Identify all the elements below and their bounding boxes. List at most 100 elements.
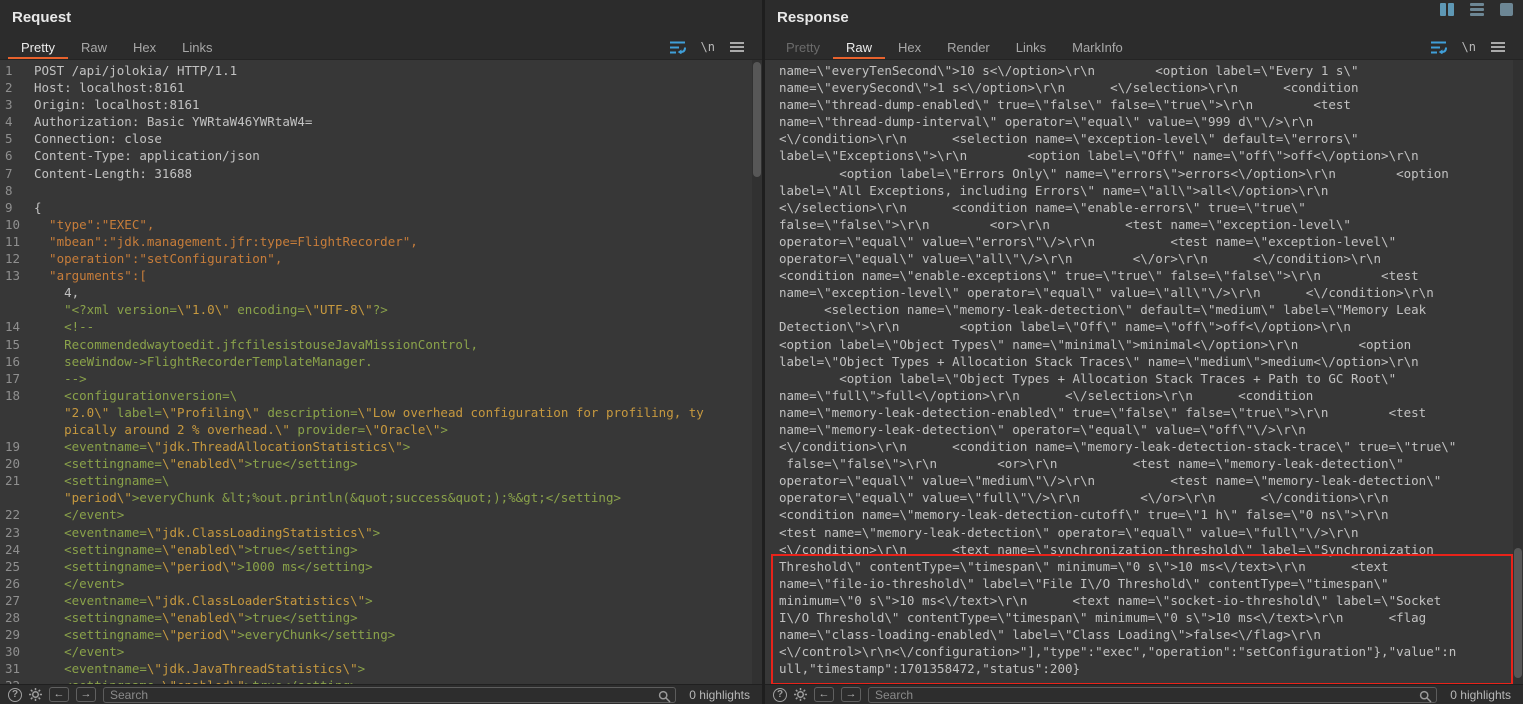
single-layout-icon[interactable] — [1500, 3, 1513, 16]
response-code-line: false=\"false\">\r\n <or>\r\n <test name… — [779, 455, 1523, 472]
request-pane-title: Request — [12, 9, 71, 26]
line-number: 10 — [5, 216, 30, 233]
help-icon[interactable]: ? — [773, 688, 787, 702]
response-code-line: <\/condition>\r\n <selection name=\"exce… — [779, 130, 1523, 147]
line-number: 16 — [5, 353, 30, 370]
response-code-line: false=\"false\">\r\n <or>\r\n <test name… — [779, 216, 1523, 233]
line-number: 17 — [5, 370, 30, 387]
response-code-line: name=\"memory-leak-detection-enabled\" t… — [779, 404, 1523, 421]
line-number: 28 — [5, 609, 30, 626]
request-code-line: <eventname=\"jdk.JavaThreadStatistics\"> — [34, 660, 762, 677]
line-number: 25 — [5, 558, 30, 575]
tab-render[interactable]: Render — [934, 34, 1003, 59]
line-number: 31 — [5, 660, 30, 677]
line-number: 19 — [5, 438, 30, 455]
request-code-line: </event> — [34, 506, 762, 523]
tab-raw[interactable]: Raw — [68, 34, 120, 59]
tab-links[interactable]: Links — [1003, 34, 1059, 59]
line-number — [5, 301, 30, 318]
response-search-input[interactable] — [868, 687, 1437, 703]
response-code-line: <selection name=\"memory-leak-detection\… — [779, 301, 1523, 318]
columns-layout-icon[interactable] — [1440, 3, 1454, 16]
request-search-input[interactable] — [103, 687, 676, 703]
burp-request-response-view: Request PrettyRawHexLinks \n 12345678910… — [0, 0, 1523, 704]
response-search-field — [868, 687, 1437, 703]
request-code-line: </event> — [34, 575, 762, 592]
request-code-line: "type":"EXEC", — [34, 216, 762, 233]
request-editor[interactable]: 1234567891011121314151617181920212223242… — [0, 60, 762, 684]
help-icon[interactable]: ? — [8, 688, 22, 702]
response-highlights-count: 0 highlights — [1450, 688, 1511, 702]
request-code-line: Content-Length: 31688 — [34, 165, 762, 182]
response-code-line: <test name=\"memory-leak-detection\" ope… — [779, 524, 1523, 541]
gear-icon[interactable] — [29, 688, 42, 701]
editor-menu-icon[interactable] — [1491, 42, 1505, 52]
request-line-numbers: 1234567891011121314151617181920212223242… — [0, 60, 30, 684]
response-search-bar: ? ← → 0 highlights — [765, 684, 1523, 704]
response-scrollbar — [1513, 60, 1523, 684]
tab-links[interactable]: Links — [169, 34, 225, 59]
response-pane-title: Response — [777, 9, 849, 26]
request-code-line: <settingname=\"period\">everyChunk</sett… — [34, 626, 762, 643]
response-code-line: name=\"everySecond\">1 s<\/option>\r\n <… — [779, 79, 1523, 96]
previous-match-icon[interactable]: ← — [814, 687, 834, 702]
request-code-line: Origin: localhost:8161 — [34, 96, 762, 113]
line-number: 26 — [5, 575, 30, 592]
newline-chars-icon[interactable]: \n — [1462, 40, 1476, 54]
response-code-line: name=\"exception-level\" operator=\"equa… — [779, 284, 1523, 301]
response-code-line: minimum=\"0 s\">10 ms<\/text>\r\n <text … — [779, 592, 1523, 609]
tabbar-spacer — [1136, 34, 1430, 59]
tab-pretty[interactable]: Pretty — [8, 34, 68, 59]
line-number: 11 — [5, 233, 30, 250]
response-code-line: label=\"All Exceptions, including Errors… — [779, 182, 1523, 199]
response-code-line: <option label=\"Errors Only\" name=\"err… — [779, 165, 1523, 182]
next-match-icon[interactable]: → — [841, 687, 861, 702]
line-number — [5, 284, 30, 301]
tab-hex[interactable]: Hex — [885, 34, 934, 59]
newline-chars-icon[interactable]: \n — [701, 40, 715, 54]
request-code-line: "<?xml version=\"1.0\" encoding=\"UTF-8\… — [34, 301, 762, 318]
request-code-line: "2.0\" label=\"Profiling\" description=\… — [34, 404, 762, 421]
response-code-line: <\/control>\r\n<\/configuration>"],"type… — [779, 643, 1523, 660]
word-wrap-icon[interactable] — [1430, 40, 1447, 54]
request-code-line: <eventname=\"jdk.ClassLoaderStatistics\"… — [34, 592, 762, 609]
response-pane-header: Response — [765, 0, 1523, 34]
gear-icon[interactable] — [794, 688, 807, 701]
magnifier-icon — [1419, 690, 1432, 704]
request-code-line: "mbean":"jdk.management.jfr:type=FlightR… — [34, 233, 762, 250]
tabbar-spacer — [225, 34, 668, 59]
response-code-line: name=\"full\">full<\/option>\r\n <\/sele… — [779, 387, 1523, 404]
window-layout-buttons — [1424, 3, 1513, 16]
next-match-icon[interactable]: → — [76, 687, 96, 702]
tab-pretty[interactable]: Pretty — [773, 34, 833, 59]
response-code-line: name=\"class-loading-enabled\" label=\"C… — [779, 626, 1523, 643]
response-editor[interactable]: name=\"everyTenSecond\">10 s<\/option>\r… — [765, 60, 1523, 684]
tab-hex[interactable]: Hex — [120, 34, 169, 59]
previous-match-icon[interactable]: ← — [49, 687, 69, 702]
line-number: 27 — [5, 592, 30, 609]
request-code-line: Recommendedwaytoedit.jfcfilesistouseJava… — [34, 336, 762, 353]
request-code-line: <settingname=\"enabled\">true</setting> — [34, 609, 762, 626]
request-code-line: "arguments":[ — [34, 267, 762, 284]
request-code-line: --> — [34, 370, 762, 387]
request-code-line: Host: localhost:8161 — [34, 79, 762, 96]
response-code-line: Threshold\" contentType=\"timespan\" min… — [779, 558, 1523, 575]
line-number: 32 — [5, 677, 30, 684]
editor-menu-icon[interactable] — [730, 42, 744, 52]
request-editor-tools: \n — [669, 34, 744, 59]
response-code-line: label=\"Exceptions\">\r\n <option label=… — [779, 147, 1523, 164]
tab-markinfo[interactable]: MarkInfo — [1059, 34, 1136, 59]
request-highlights-count: 0 highlights — [689, 688, 750, 702]
line-number: 1 — [5, 62, 30, 79]
request-code-line: <settingname=\"period\">1000 ms</setting… — [34, 558, 762, 575]
line-number: 13 — [5, 267, 30, 284]
request-code-line — [34, 182, 762, 199]
tab-raw[interactable]: Raw — [833, 34, 885, 59]
line-number: 12 — [5, 250, 30, 267]
response-code-line: <\/condition>\r\n <condition name=\"memo… — [779, 438, 1523, 455]
word-wrap-icon[interactable] — [669, 40, 686, 54]
rows-layout-icon[interactable] — [1470, 3, 1484, 16]
response-scrollbar-thumb[interactable] — [1514, 548, 1522, 678]
line-number — [5, 489, 30, 506]
request-scrollbar-thumb[interactable] — [753, 62, 761, 177]
